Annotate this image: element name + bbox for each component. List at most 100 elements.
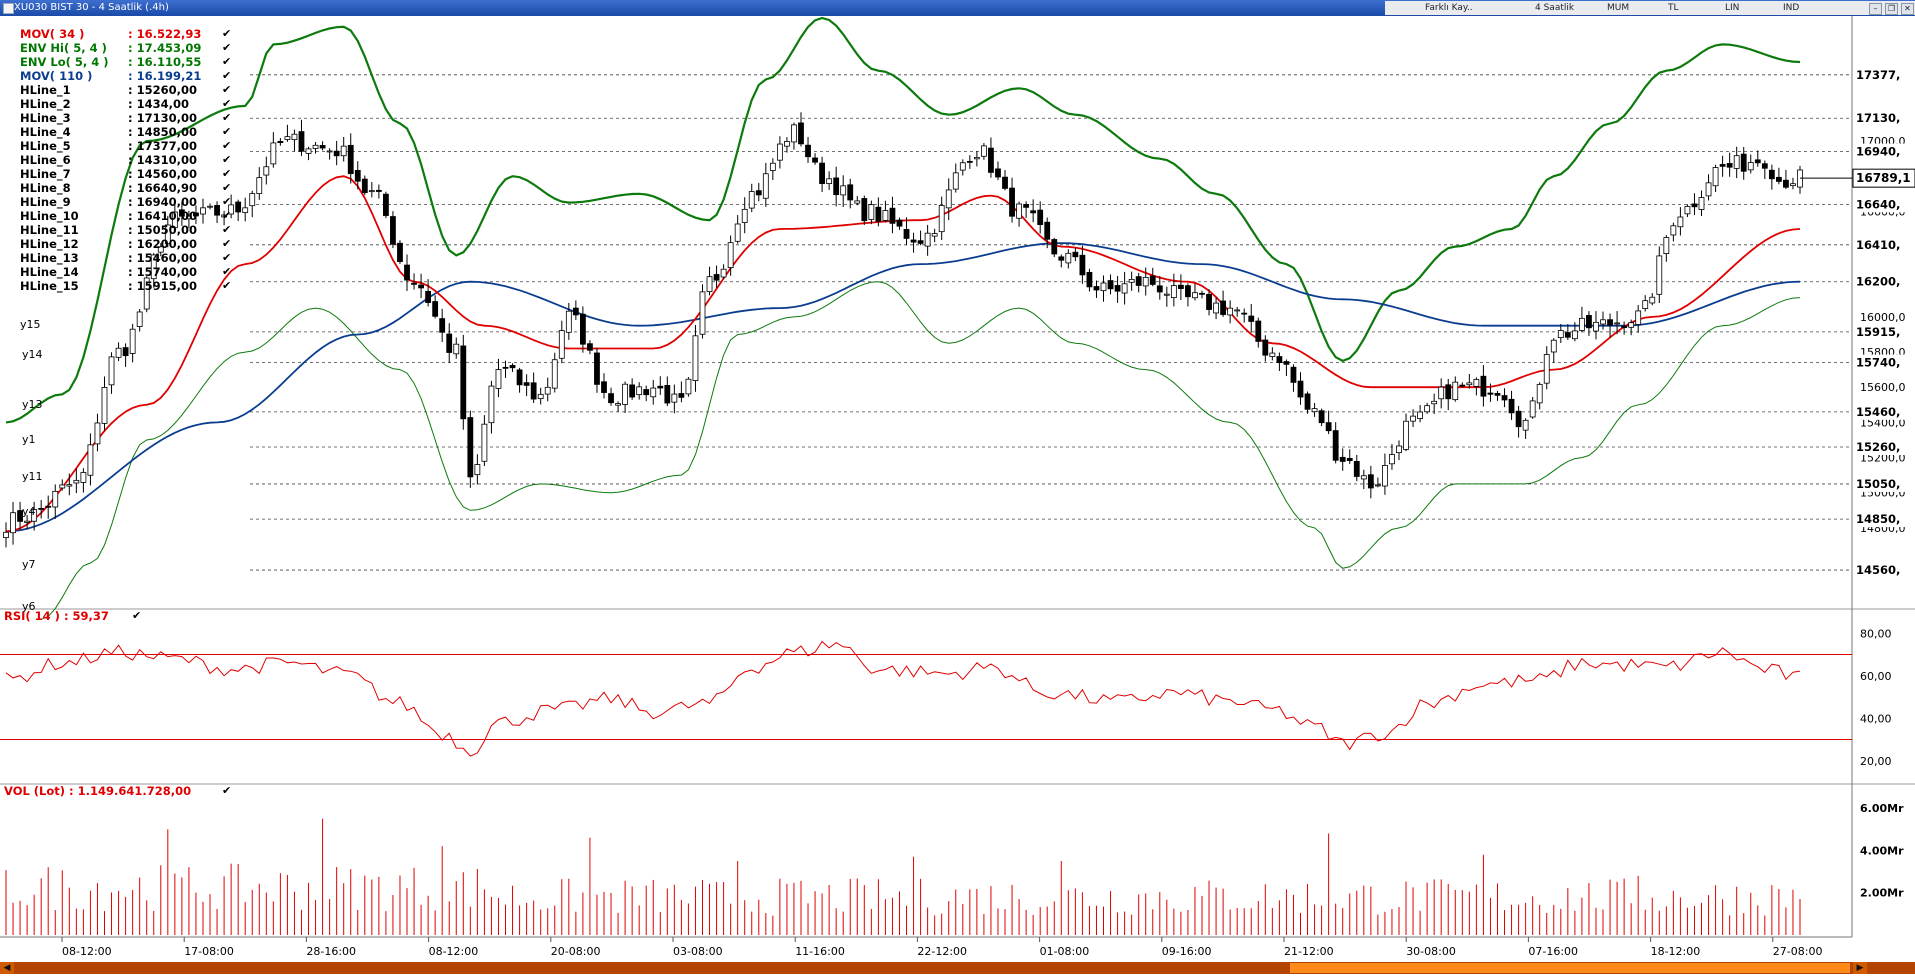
candle (1058, 256, 1065, 261)
check-icon[interactable]: ✔ (222, 223, 231, 236)
legend-name: HLine_5 (20, 139, 71, 153)
candle (1332, 430, 1339, 461)
candle (1663, 237, 1670, 254)
rsi-tick-label: 80,00 (1860, 627, 1892, 640)
candle (601, 381, 607, 393)
rsi-label: RSI( 14 ) : 59,37 (4, 609, 109, 623)
candle (1522, 419, 1529, 431)
candle (558, 330, 565, 359)
candle (52, 490, 59, 508)
candle (650, 387, 657, 398)
candle (931, 233, 938, 237)
candle (1790, 183, 1796, 187)
scrollbar-thumb[interactable] (1290, 963, 1850, 973)
legend-value: : 17377,00 (128, 139, 197, 153)
candle (1705, 182, 1712, 197)
candle (333, 150, 340, 157)
candle (608, 393, 614, 404)
check-icon[interactable]: ✔ (222, 97, 231, 110)
candle (1086, 271, 1093, 288)
hline-label: 15260, (1856, 440, 1900, 454)
check-icon[interactable]: ✔ (222, 153, 231, 166)
candle (1290, 366, 1297, 383)
candle (1065, 252, 1072, 264)
x-tick-label: 11-16:00 (795, 945, 845, 958)
candle (347, 144, 354, 175)
candle (544, 386, 551, 395)
candle (1614, 322, 1620, 325)
check-icon[interactable]: ✔ (222, 209, 231, 222)
candle (854, 200, 861, 204)
candle (502, 366, 509, 369)
candle (1579, 317, 1585, 331)
candle (390, 216, 396, 245)
check-icon[interactable]: ✔ (222, 265, 231, 278)
x-tick-label: 07-16:00 (1528, 945, 1578, 958)
candle (1079, 254, 1086, 276)
candle (713, 274, 720, 281)
check-icon[interactable]: ✔ (222, 111, 231, 124)
check-icon[interactable]: ✔ (222, 69, 231, 82)
candle (1360, 475, 1367, 480)
check-icon[interactable]: ✔ (222, 125, 231, 138)
candle (791, 124, 797, 143)
candle (1761, 163, 1768, 169)
legend-value: : 16.199,21 (128, 69, 202, 83)
legend-name: ENV Lo( 5, 4 ) (20, 55, 109, 69)
legend-value: : 17130,00 (128, 111, 197, 125)
candle (995, 168, 1001, 178)
x-tick-label: 03-08:00 (673, 945, 723, 958)
chart-canvas[interactable]: 17000,016800,016600,016400,016200,016000… (0, 0, 1915, 977)
check-icon[interactable]: ✔ (222, 27, 231, 40)
candle (1311, 408, 1318, 413)
check-icon[interactable]: ✔ (222, 55, 231, 68)
rsi-tick-label: 40,00 (1860, 712, 1892, 725)
candle (1642, 300, 1649, 309)
candle (1403, 420, 1409, 450)
candle (1382, 465, 1388, 487)
candle (1452, 381, 1459, 401)
check-icon[interactable]: ✔ (222, 139, 231, 152)
check-icon[interactable]: ✔ (222, 83, 231, 96)
candle (1529, 400, 1536, 418)
hline-label: 17377, (1856, 68, 1900, 82)
scroll-left-arrow[interactable]: ◀ (0, 962, 14, 974)
candle (798, 122, 804, 145)
check-icon[interactable]: ✔ (222, 167, 231, 180)
check-icon[interactable]: ✔ (222, 41, 231, 54)
check-icon[interactable]: ✔ (222, 195, 231, 208)
x-tick-label: 17-08:00 (184, 945, 234, 958)
mov110-line (5, 242, 1801, 533)
price-tick-label: 16000,0 (1860, 311, 1906, 324)
last-price-label: 16789,1 (1856, 171, 1911, 185)
candle (671, 393, 678, 403)
horizontal-scrollbar[interactable]: ◀ ▶ (0, 962, 1915, 974)
check-icon[interactable]: ✔ (222, 181, 231, 194)
candle (945, 189, 952, 209)
check-icon[interactable]: ✔ (222, 251, 231, 264)
candle (1339, 456, 1346, 462)
check-icon[interactable]: ✔ (222, 237, 231, 250)
scroll-right-arrow[interactable]: ▶ (1853, 962, 1867, 974)
candle (1712, 167, 1719, 187)
candle (530, 382, 537, 400)
vol-check-icon[interactable]: ✔ (222, 784, 231, 797)
candle (1691, 203, 1698, 208)
left-label: y14 (22, 348, 43, 361)
hline-label: 14850, (1856, 512, 1900, 526)
candle (108, 356, 115, 386)
candle (488, 385, 495, 424)
mov34-line (5, 175, 1801, 533)
candle (1628, 322, 1635, 328)
hline-label: 17130, (1856, 111, 1900, 125)
candle (826, 178, 833, 184)
candle (1297, 380, 1304, 398)
legend-name: HLine_10 (20, 209, 79, 223)
check-icon[interactable]: ✔ (222, 279, 231, 292)
rsi-check-icon[interactable]: ✔ (132, 609, 141, 622)
candle (1768, 169, 1775, 180)
candle (45, 505, 52, 508)
candle (769, 162, 776, 171)
candle (1009, 187, 1015, 217)
candle (657, 385, 664, 389)
